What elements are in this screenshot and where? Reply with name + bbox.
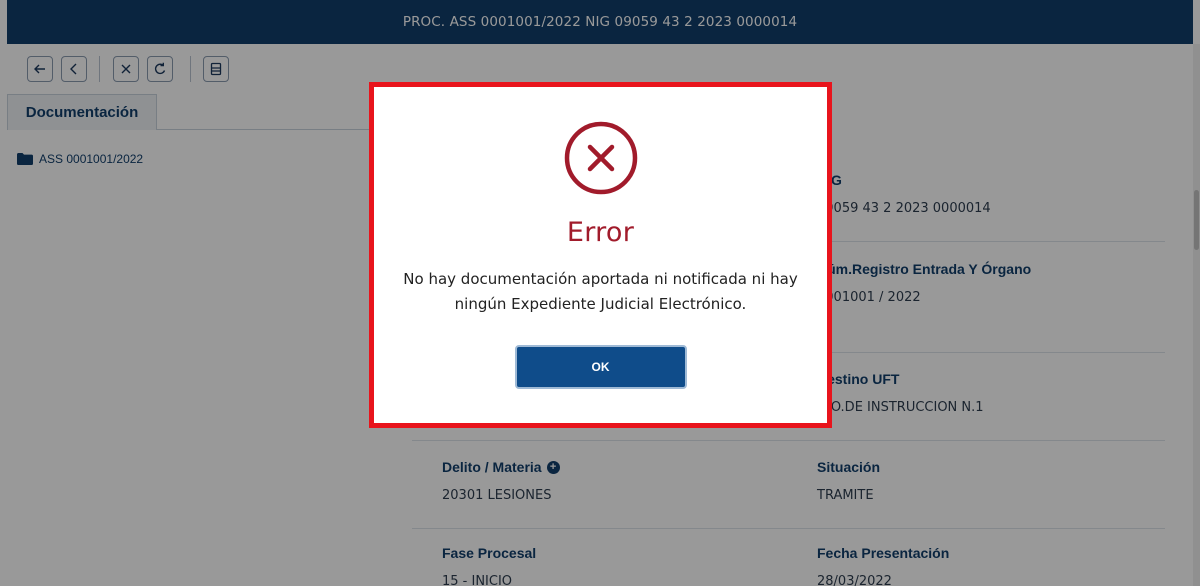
dialog-title: Error bbox=[566, 217, 635, 248]
app-window: PROC. ASS 0001001/2022 NIG 09059 43 2 20… bbox=[0, 0, 1200, 586]
ok-button-label: OK bbox=[591, 360, 610, 374]
dialog-message-line: No hay documentación aportada ni notific… bbox=[403, 270, 798, 288]
dialog-message: No hay documentación aportada ni notific… bbox=[391, 267, 811, 317]
dialog-message-line: ningún Expediente Judicial Electrónico. bbox=[454, 295, 747, 313]
error-dialog: Error No hay documentación aportada ni n… bbox=[376, 89, 825, 421]
ok-button[interactable]: OK bbox=[514, 345, 687, 389]
error-circle-x-icon bbox=[564, 121, 637, 195]
